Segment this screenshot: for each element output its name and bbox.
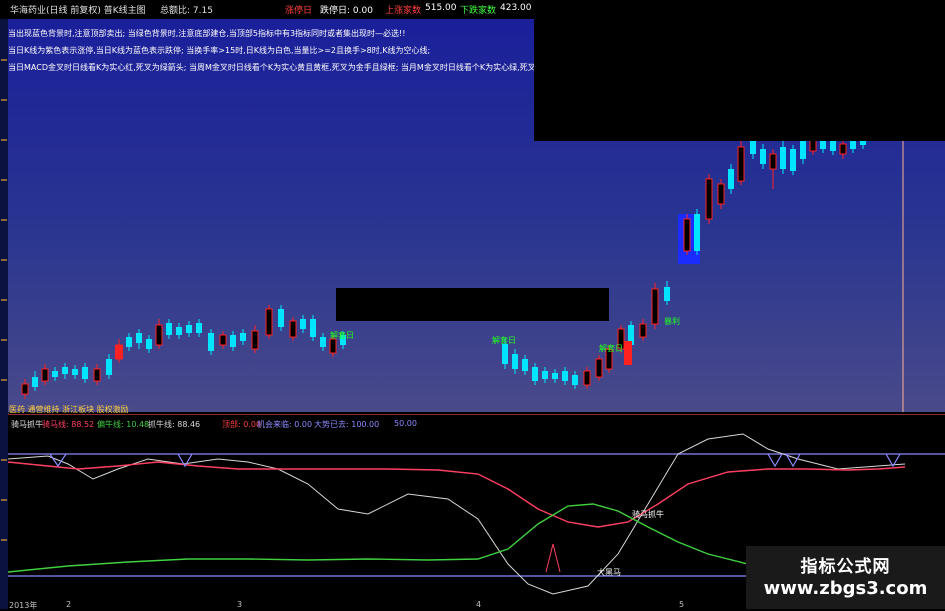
jishou-label: 骑马抓牛 — [632, 510, 664, 519]
candle-body — [146, 339, 152, 349]
candle-body — [176, 327, 182, 335]
candle-body — [595, 358, 603, 378]
redaction-box-top — [534, 19, 945, 141]
title-bar: 华海药业(日线 前复权) 普K线主图 总额比: 7.15 涨停日 跌停日: 0.… — [0, 0, 945, 20]
candle-body — [800, 139, 806, 159]
candle-body — [82, 367, 88, 379]
candle-body — [136, 333, 142, 343]
candle-body — [230, 335, 236, 347]
candle-body — [62, 367, 68, 374]
candle-body — [126, 337, 132, 347]
axis-month-2: 2 — [66, 600, 72, 609]
axis-month-3: 3 — [237, 600, 243, 609]
candle-body — [683, 218, 691, 252]
candle-body — [32, 377, 38, 387]
indicator-line-1: 骑马线: 88.52 — [42, 420, 95, 429]
dieting-label: 跌停日: 0.00 — [320, 6, 373, 16]
candle-body — [562, 371, 568, 381]
candle-body — [155, 324, 163, 346]
candle-body — [651, 288, 659, 325]
jiehao-label-1: 解套日 — [330, 331, 354, 340]
candle-body — [760, 149, 766, 164]
rise-count-value: 515.00 — [425, 3, 457, 13]
candle-body — [219, 334, 227, 346]
candle-body — [329, 338, 337, 354]
candle-body — [705, 178, 713, 220]
candle-body — [790, 149, 796, 171]
watermark-title: 指标公式网 — [800, 557, 891, 577]
candle-body — [830, 141, 836, 151]
note-line-2: 当日K线为紫色表示涨停,当日K线为蓝色表示跌停; 当换手率>15时,日K线为白色… — [8, 46, 431, 55]
candle-body — [639, 323, 647, 338]
indicator-line-5: 机会来临: 0.00 — [257, 420, 313, 429]
candle-body — [728, 169, 734, 189]
candle-body — [166, 323, 172, 335]
axis-month-4: 4 — [476, 600, 482, 609]
candle-body — [300, 319, 306, 329]
candle-body — [780, 147, 786, 169]
candle-body — [41, 368, 49, 382]
candle-body — [310, 319, 316, 337]
candle-body — [583, 370, 591, 386]
candle-body — [320, 337, 326, 347]
candle-body — [717, 183, 725, 205]
candle-body — [251, 330, 259, 350]
volume-ratio: 总额比: 7.15 — [160, 6, 213, 16]
candle-body — [93, 368, 101, 382]
axis-month-5: 5 — [679, 600, 685, 609]
candle-body — [208, 333, 214, 351]
site-watermark: 指标公式网 www.zbgs3.com — [746, 546, 945, 609]
jiehao-label-2: 解套日 — [492, 336, 516, 345]
candle-body — [750, 141, 756, 154]
candle-body — [21, 383, 29, 395]
candle-body — [186, 325, 192, 333]
candle-body — [289, 320, 297, 338]
limit-up-candle — [115, 345, 123, 359]
limit-up-label: 涨停日 — [285, 6, 313, 16]
candle-body — [532, 367, 538, 381]
note-line-1: 当出现蓝色背景时,注意顶部卖出; 当绿色背景时,注意底部建仓,当顶部5指标中有3… — [8, 29, 406, 38]
decline-count-label: 下跌家数 — [460, 6, 497, 16]
dahei-label: 大黑马 — [597, 568, 621, 577]
candle-body — [502, 344, 508, 364]
candle-body — [196, 323, 202, 333]
candle-body — [278, 309, 284, 327]
limit-up-candle — [624, 341, 632, 365]
redaction-box-mid — [336, 288, 609, 321]
candle-body — [572, 375, 578, 385]
indicator-line-4: 顶部: 0.00 — [222, 420, 262, 429]
candle-body — [694, 214, 700, 251]
candle-body — [512, 354, 518, 369]
axis-year: 2013年 — [9, 601, 38, 610]
rise-count-label: 上涨家数 — [385, 6, 422, 16]
jiehao-label-3: 解套日 — [599, 344, 623, 353]
candle-body — [72, 369, 78, 375]
decline-count-value: 423.00 — [500, 3, 532, 13]
candle-body — [664, 287, 670, 301]
candle-body — [552, 373, 558, 379]
indicator-line-6: 大势已去: 100.00 — [314, 420, 380, 429]
watermark-url: www.zbgs3.com — [763, 578, 928, 599]
candle-body — [106, 359, 112, 375]
note-line-3: 当日MACD金叉时日线看K为实心红,死叉为绿箭头; 当周M金叉时日线看个K为实心… — [8, 63, 552, 72]
candle-body — [265, 308, 273, 336]
indicator-line-2: 偏牛线: 10.48 — [97, 420, 150, 429]
stock-title: 华海药业(日线 前复权) 普K线主图 — [10, 6, 146, 16]
candle-body — [839, 143, 847, 155]
candle-body — [769, 153, 777, 170]
indicator-line-3: 抓牛线: 88.46 — [148, 420, 201, 429]
candle-body — [542, 371, 548, 379]
baoli-label: 暴利 — [664, 317, 680, 326]
candle-body — [240, 333, 246, 341]
candle-body — [737, 146, 745, 182]
indicator-line-7: 50.00 — [394, 419, 417, 428]
indicator-name: 骑马抓牛 — [11, 420, 43, 429]
candle-body — [522, 359, 528, 371]
candle-body — [52, 371, 58, 377]
